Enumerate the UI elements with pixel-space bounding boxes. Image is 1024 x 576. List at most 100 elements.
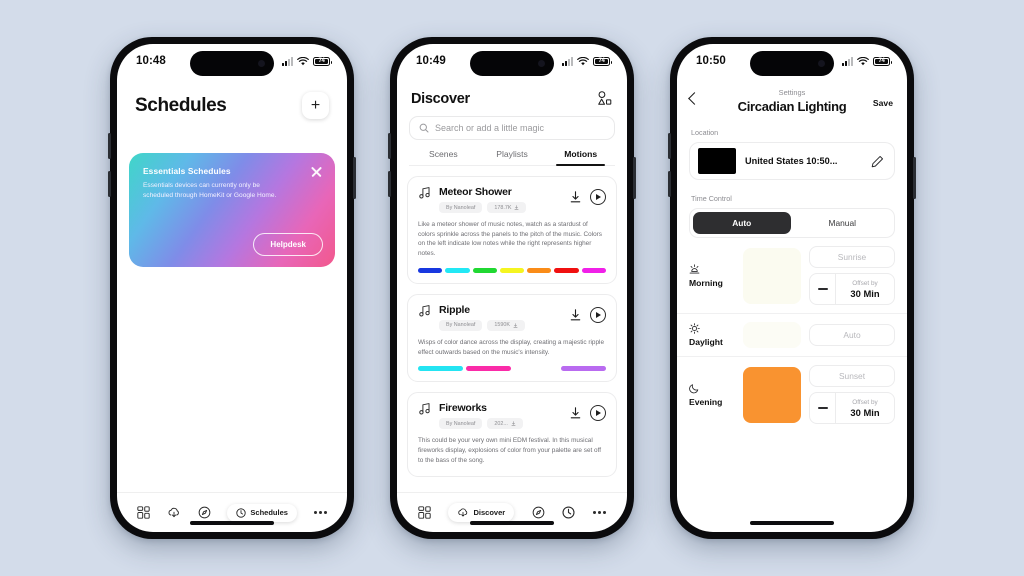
- phone-3-content: Settings Circadian Lighting Save Locatio…: [677, 78, 907, 532]
- segment-manual[interactable]: Manual: [794, 212, 892, 234]
- offset-value: 30 Min: [850, 287, 880, 299]
- more-dots-icon: [593, 511, 607, 514]
- volume-up-button[interactable]: [108, 133, 111, 159]
- time-row-morning: Morning Sunrise Offset by 30 Min: [677, 238, 907, 314]
- phone-2-content: Discover Search or add a little magic Sc…: [397, 78, 627, 532]
- more-dots-icon: [313, 511, 327, 514]
- pencil-icon[interactable]: [871, 155, 884, 168]
- music-note-icon: [419, 187, 430, 199]
- battery-icon: 74: [313, 56, 332, 66]
- card-description: Like a meteor shower of music notes, wat…: [418, 221, 602, 258]
- volume-down-button[interactable]: [108, 171, 111, 197]
- swatch: [472, 267, 497, 273]
- wifi-icon: [857, 56, 869, 65]
- volume-down-button[interactable]: [668, 171, 671, 197]
- time-row-evening: Evening Sunset Offset by 30 Min: [677, 357, 907, 432]
- list-item[interactable]: Ripple By Nanoleaf 1590K Wisps of color …: [407, 293, 617, 383]
- shapes-icon[interactable]: [596, 90, 613, 107]
- list-item[interactable]: Fireworks By Nanoleaf 202... This could …: [407, 392, 617, 477]
- tab-explore[interactable]: [532, 506, 545, 519]
- promo-body: Essentials devices can currently only be…: [143, 182, 277, 199]
- sun-icon: [689, 323, 735, 334]
- segment-auto[interactable]: Auto: [693, 212, 791, 234]
- volume-up-button[interactable]: [668, 133, 671, 159]
- card-actions: [570, 186, 606, 205]
- tab-motions[interactable]: Motions: [546, 149, 615, 166]
- mode-button-sunset[interactable]: Sunset: [809, 365, 895, 387]
- mode-button-sunrise[interactable]: Sunrise: [809, 246, 895, 268]
- tab-more[interactable]: [593, 511, 607, 514]
- close-icon[interactable]: [310, 165, 323, 178]
- play-icon[interactable]: [590, 189, 606, 205]
- swatch: [418, 366, 463, 372]
- time-row-daylight: Daylight Auto: [677, 314, 907, 357]
- row-color-swatch[interactable]: [743, 322, 801, 348]
- cloud-download-icon: [458, 508, 468, 517]
- add-schedule-button[interactable]: +: [302, 92, 329, 119]
- tab-playlists[interactable]: Playlists: [478, 149, 547, 165]
- search-input[interactable]: Search or add a little magic: [409, 116, 615, 140]
- minus-icon[interactable]: [810, 274, 836, 304]
- tab-schedules[interactable]: Schedules: [227, 503, 297, 522]
- offset-control[interactable]: Offset by 30 Min: [809, 392, 895, 424]
- download-icon[interactable]: [570, 407, 581, 419]
- play-icon[interactable]: [590, 306, 606, 323]
- swatch: [513, 366, 559, 372]
- download-icon: [511, 421, 516, 426]
- power-button[interactable]: [353, 157, 356, 199]
- swatch: [527, 267, 552, 273]
- download-icon[interactable]: [570, 309, 581, 321]
- swatch: [561, 366, 606, 372]
- time-control-section-label: Time Control: [691, 194, 732, 203]
- card-title: Ripple: [439, 303, 470, 316]
- row-color-swatch[interactable]: [743, 247, 801, 304]
- row-color-swatch[interactable]: [743, 366, 801, 423]
- location-row[interactable]: United States 10:50...: [689, 142, 895, 180]
- helpdesk-button[interactable]: Helpdesk: [253, 233, 323, 256]
- sunrise-icon: [689, 263, 735, 275]
- download-icon[interactable]: [570, 191, 581, 203]
- swatch: [418, 267, 443, 273]
- power-button[interactable]: [633, 157, 636, 199]
- download-count: 1590K: [494, 322, 510, 329]
- minus-icon[interactable]: [810, 393, 836, 423]
- phone-2: 10:49 74 Discover Search or add a little…: [388, 37, 636, 539]
- row-name: Evening: [689, 396, 723, 407]
- volume-up-button[interactable]: [388, 133, 391, 159]
- clock-icon: [236, 507, 247, 518]
- signal-bars-icon: [282, 56, 293, 66]
- tab-more[interactable]: [313, 511, 327, 514]
- status-indicators: 74: [562, 56, 612, 66]
- author-chip: By Nanoleaf: [439, 418, 483, 430]
- card-title: Fireworks: [439, 402, 487, 415]
- tab-dashboard[interactable]: [418, 506, 431, 519]
- tab-schedules[interactable]: [562, 506, 576, 519]
- download-count-chip: 178.7K: [487, 202, 527, 213]
- list-item[interactable]: Meteor Shower By Nanoleaf 178.7K Like a …: [407, 176, 617, 284]
- offset-control[interactable]: Offset by 30 Min: [809, 273, 895, 305]
- music-note-icon: [419, 403, 430, 415]
- screenshot-stage: 10:48 74 Schedules + Essentials Schedule…: [0, 0, 1024, 576]
- dynamic-island: [470, 51, 554, 76]
- motions-list[interactable]: Meteor Shower By Nanoleaf 178.7K Like a …: [397, 166, 627, 492]
- tab-scenes[interactable]: Scenes: [409, 149, 478, 165]
- schedules-header: Schedules +: [117, 78, 347, 119]
- download-count-chip: 1590K: [487, 319, 525, 331]
- signal-bars-icon: [842, 56, 853, 66]
- tab-discover[interactable]: Discover: [448, 503, 515, 522]
- save-button[interactable]: Save: [873, 98, 893, 108]
- promo-title: Essentials Schedules: [143, 166, 231, 176]
- row-label: Morning: [689, 263, 735, 288]
- offset-caption: Offset by: [852, 279, 878, 287]
- power-button[interactable]: [913, 157, 916, 199]
- author-chip: By Nanoleaf: [439, 202, 483, 213]
- mode-button-auto[interactable]: Auto: [809, 324, 895, 346]
- status-time: 10:48: [136, 55, 166, 67]
- phone-3-screen: 10:50 74 Settings Circadian Lighting Sav…: [677, 44, 907, 532]
- play-icon[interactable]: [590, 405, 606, 422]
- tab-dashboard[interactable]: [137, 506, 151, 519]
- tab-explore[interactable]: [198, 506, 211, 519]
- tab-discover[interactable]: [167, 506, 181, 519]
- volume-down-button[interactable]: [388, 171, 391, 197]
- download-icon: [514, 205, 519, 210]
